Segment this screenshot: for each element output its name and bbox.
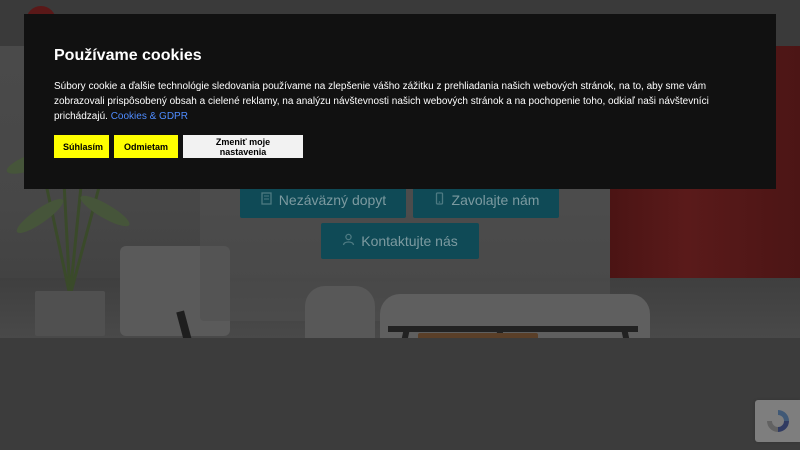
document-icon <box>260 192 273 208</box>
cookie-banner-title: Používame cookies <box>54 47 202 64</box>
inquiry-button-label: Nezáväzný dopyt <box>278 192 387 208</box>
cookie-banner: Používame cookies Súbory cookie a ďalšie… <box>24 14 776 189</box>
cookie-actions: Súhlasím Odmietam Zmeniť moje nastavenia <box>54 135 746 158</box>
recaptcha-icon <box>767 410 789 432</box>
page-content-area <box>0 338 800 450</box>
recaptcha-badge[interactable] <box>755 400 800 442</box>
change-settings-button[interactable]: Zmeniť moje nastavenia <box>183 135 303 158</box>
phone-icon <box>433 192 446 208</box>
user-icon <box>342 233 355 249</box>
cookie-banner-text: Súbory cookie a ďalšie technológie sledo… <box>54 79 734 124</box>
accept-cookies-button[interactable]: Súhlasím <box>54 135 109 158</box>
sofa-frame <box>388 326 638 332</box>
cookies-gdpr-link[interactable]: Cookies & GDPR <box>111 111 188 122</box>
contact-button[interactable]: Kontaktujte nás <box>321 223 479 259</box>
plant-pot <box>35 291 105 336</box>
person-image <box>305 286 375 338</box>
reject-cookies-button[interactable]: Odmietam <box>114 135 178 158</box>
call-button-label: Zavolajte nám <box>451 192 540 208</box>
contact-button-label: Kontaktujte nás <box>361 233 458 249</box>
